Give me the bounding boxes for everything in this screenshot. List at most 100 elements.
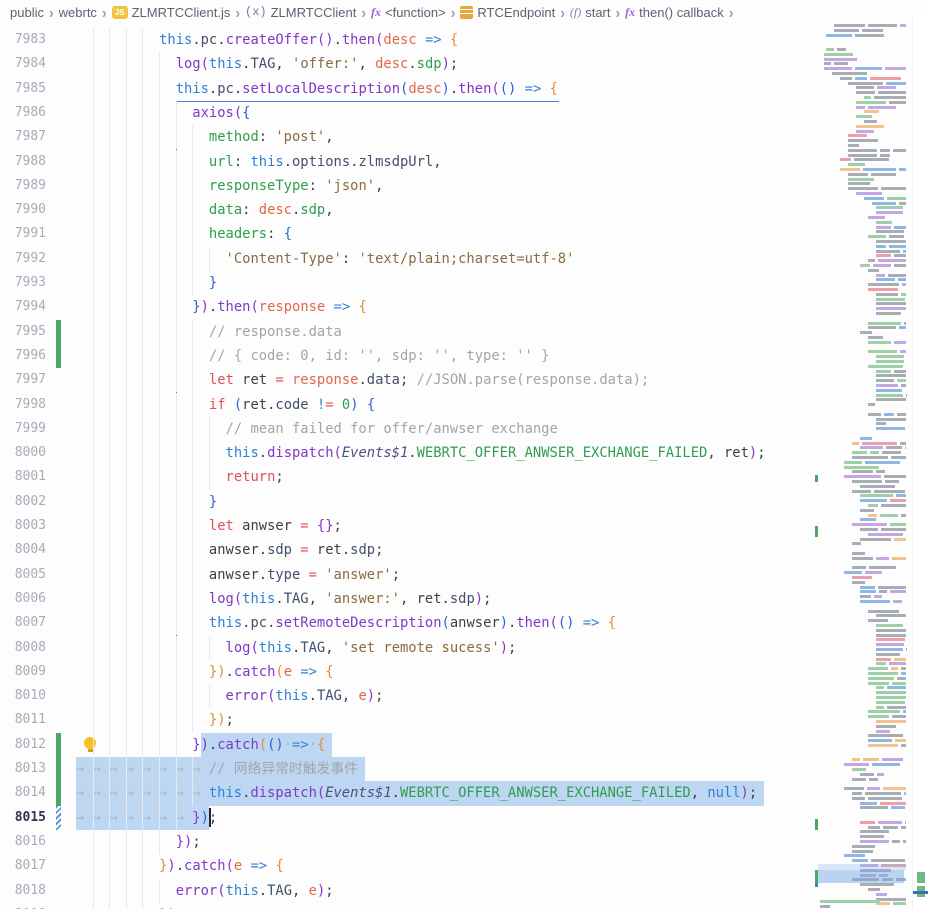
code-line[interactable]: let ret = response.data; //JSON.parse(re…: [76, 368, 649, 392]
code-line[interactable]: let anwser = {};: [76, 514, 342, 538]
line-number[interactable]: 7991: [0, 222, 46, 246]
code-line[interactable]: }: [76, 271, 217, 295]
code-line[interactable]: 'Content-Type': 'text/plain;charset=utf-…: [76, 247, 574, 271]
breadcrumb-item-zlmrtcclient[interactable]: (x)ZLMRTCClient: [245, 5, 356, 20]
line-number[interactable]: 7998: [0, 393, 46, 417]
line-number[interactable]: 8013: [0, 757, 46, 781]
breadcrumb-item-webrtc[interactable]: webrtc: [59, 5, 97, 20]
code-line[interactable]: });: [76, 903, 184, 909]
code-line[interactable]: log(this.TAG, 'set remote sucess');: [76, 636, 516, 660]
code-line[interactable]: if (ret.code != 0) {: [76, 393, 375, 417]
overview-ruler[interactable]: [912, 16, 928, 909]
code-token: ;: [192, 834, 200, 850]
code-line[interactable]: anwser.type = 'answer';: [76, 563, 400, 587]
code-token: this: [209, 615, 242, 631]
indent-guide: [159, 733, 160, 757]
line-number[interactable]: 8019: [0, 903, 46, 909]
breadcrumb-item-public[interactable]: public: [10, 5, 44, 20]
line-number[interactable]: 8016: [0, 830, 46, 854]
minimap-line: [820, 168, 910, 171]
line-number[interactable]: 7992: [0, 247, 46, 271]
line-number[interactable]: 8000: [0, 441, 46, 465]
line-number[interactable]: 8003: [0, 514, 46, 538]
code-line[interactable]: return;: [76, 465, 284, 489]
breadcrumb-item--function-[interactable]: fx<function>: [371, 5, 446, 20]
line-number[interactable]: 8009: [0, 660, 46, 684]
code-line[interactable]: →→→→→→→→this.dispatch(Events$1.WEBRTC_OF…: [76, 781, 757, 805]
code-line[interactable]: anwser.sdp = ret.sdp;: [76, 538, 383, 562]
line-number[interactable]: 7996: [0, 344, 46, 368]
code-line[interactable]: this.dispatch(Events$1.WEBRTC_OFFER_ANWS…: [76, 441, 766, 465]
line-number[interactable]: 8008: [0, 636, 46, 660]
minimap-line: [820, 451, 910, 454]
code-line[interactable]: }).catch(e => {: [76, 660, 334, 684]
line-number[interactable]: 7994: [0, 295, 46, 319]
code-line[interactable]: });: [76, 708, 234, 732]
line-number[interactable]: 7988: [0, 150, 46, 174]
code-line[interactable]: data: desc.sdp,: [76, 198, 334, 222]
minimap[interactable]: [814, 16, 912, 909]
indent-guide: [126, 490, 127, 514]
code-token: code: [275, 397, 308, 413]
line-number[interactable]: 8004: [0, 538, 46, 562]
code-line[interactable]: }).then(response => {: [76, 295, 367, 319]
line-number[interactable]: 7986: [0, 101, 46, 125]
line-number[interactable]: 8017: [0, 854, 46, 878]
code-line[interactable]: →→→→→→→→// 网络异常时触发事件: [76, 757, 358, 781]
code-line[interactable]: }: [76, 490, 217, 514]
line-number[interactable]: 8018: [0, 879, 46, 903]
code-line[interactable]: this.pc.setRemoteDescription(anwser).the…: [76, 611, 616, 635]
code-line[interactable]: }).catch(()·=>·{: [76, 733, 325, 757]
code-line[interactable]: // { code: 0, id: '', sdp: '', type: '' …: [76, 344, 549, 368]
line-number[interactable]: 7987: [0, 125, 46, 149]
code-line[interactable]: url: this.options.zlmsdpUrl,: [76, 150, 442, 174]
line-number[interactable]: 8015: [0, 806, 46, 830]
line-number[interactable]: 8006: [0, 587, 46, 611]
line-number[interactable]: 7997: [0, 368, 46, 392]
code-line[interactable]: }).catch(e => {: [76, 854, 284, 878]
code-line[interactable]: });: [76, 830, 201, 854]
breadcrumb-item-zlmrtcclient-js[interactable]: JSZLMRTCClient.js: [112, 5, 231, 20]
indent-guide: [93, 636, 94, 660]
code-token: .: [259, 542, 267, 558]
line-number[interactable]: 8007: [0, 611, 46, 635]
code-line[interactable]: this.pc.createOffer().then(desc => {: [76, 28, 458, 52]
code-line[interactable]: // mean failed for offer/anwser exchange: [76, 417, 558, 441]
code-line[interactable]: headers: {: [76, 222, 292, 246]
indent-guide: [142, 587, 143, 611]
breadcrumb-item-rtcendpoint[interactable]: RTCEndpoint: [460, 5, 555, 20]
code-line[interactable]: responseType: 'json',: [76, 174, 383, 198]
line-number[interactable]: 8011: [0, 708, 46, 732]
line-number[interactable]: 8001: [0, 465, 46, 489]
code-editor[interactable]: this.pc.createOffer().then(desc => { log…: [0, 22, 812, 909]
line-number[interactable]: 7985: [0, 77, 46, 101]
line-number[interactable]: 7989: [0, 174, 46, 198]
indent-guide: [142, 879, 143, 903]
code-line[interactable]: error(this.TAG, e);: [76, 879, 334, 903]
code-line[interactable]: axios({: [76, 101, 250, 125]
line-number[interactable]: 8014: [0, 781, 46, 805]
line-number[interactable]: 8005: [0, 563, 46, 587]
line-number[interactable]: 7984: [0, 52, 46, 76]
code-line[interactable]: error(this.TAG, e);: [76, 684, 383, 708]
indent-guide: [126, 879, 127, 903]
code-line[interactable]: method: 'post',: [76, 125, 334, 149]
code-line[interactable]: this.pc.setLocalDescription(desc).then((…: [76, 77, 558, 101]
line-number[interactable]: 7999: [0, 417, 46, 441]
minimap-line: [820, 259, 910, 262]
code-token: {: [284, 226, 292, 242]
code-line[interactable]: // response.data: [76, 320, 342, 344]
line-number[interactable]: 8012: [0, 733, 46, 757]
line-number[interactable]: 7995: [0, 320, 46, 344]
line-number[interactable]: 7990: [0, 198, 46, 222]
code-token: [284, 372, 292, 388]
code-line[interactable]: log(this.TAG, 'offer:', desc.sdp);: [76, 52, 458, 76]
line-number[interactable]: 7983: [0, 28, 46, 52]
breadcrumb-item-then-callback[interactable]: fxthen() callback: [625, 5, 724, 20]
code-line[interactable]: →→→→→→→});: [76, 806, 217, 830]
code-line[interactable]: log(this.TAG, 'answer:', ret.sdp);: [76, 587, 491, 611]
line-number[interactable]: 7993: [0, 271, 46, 295]
line-number[interactable]: 8002: [0, 490, 46, 514]
breadcrumb-item-start[interactable]: (f)start: [570, 5, 611, 20]
line-number[interactable]: 8010: [0, 684, 46, 708]
